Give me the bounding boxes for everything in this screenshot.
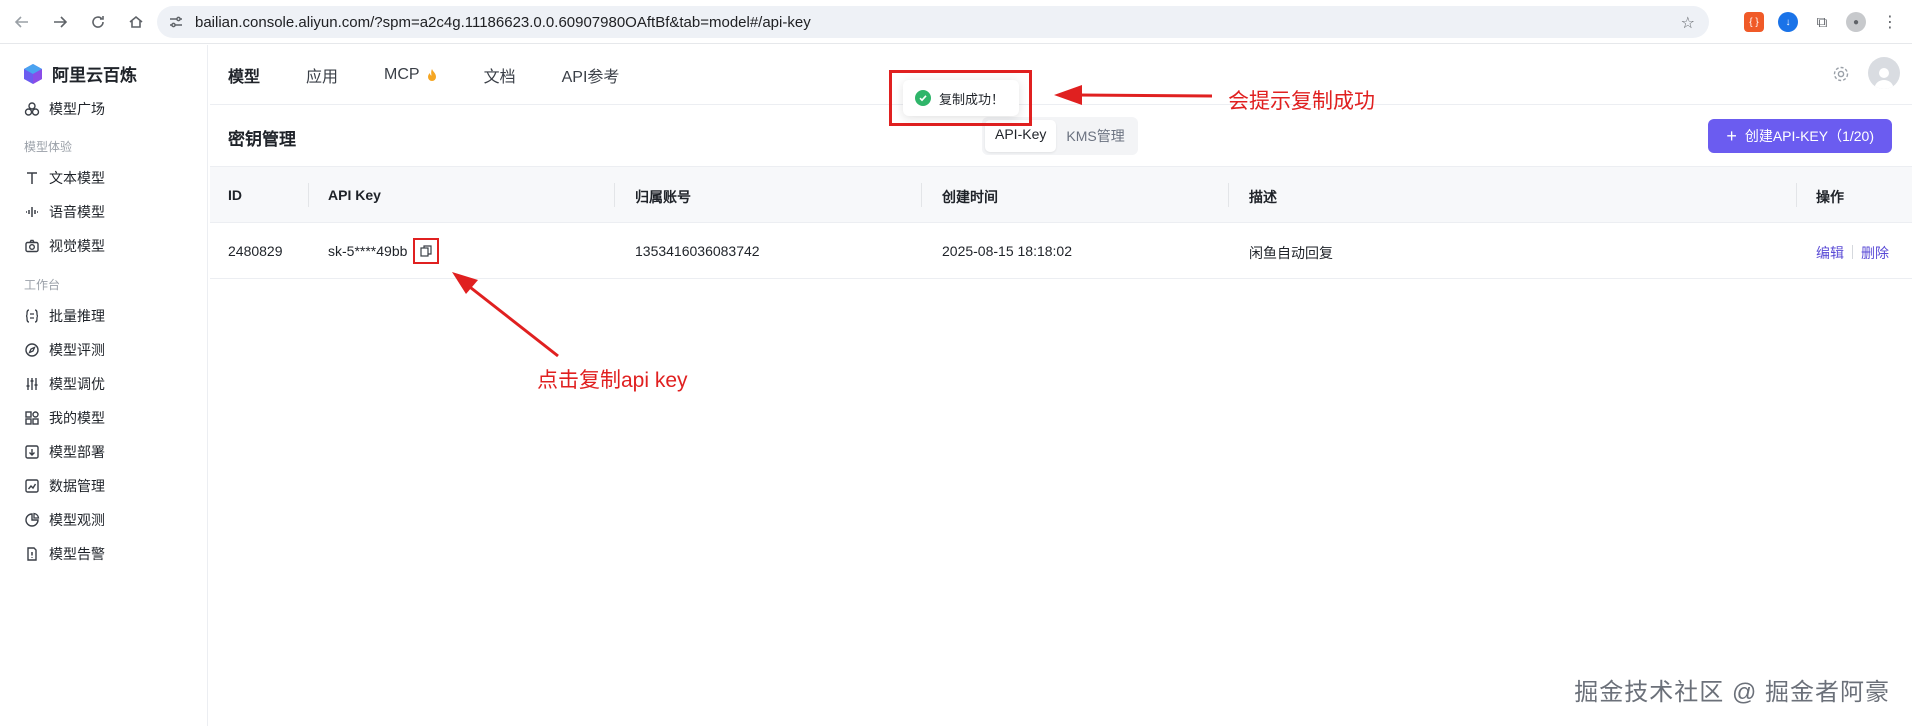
annotation-toast-note: 会提示复制成功 [1228,90,1375,113]
annotation-arrows [452,85,1213,358]
annotation-copy-note: 点击复制api key [537,369,688,392]
watermark: 掘金技术社区 @ 掘金者阿豪 [1574,679,1890,706]
arrow-to-copy-icon [452,272,559,358]
arrow-to-toast [1054,85,1213,105]
